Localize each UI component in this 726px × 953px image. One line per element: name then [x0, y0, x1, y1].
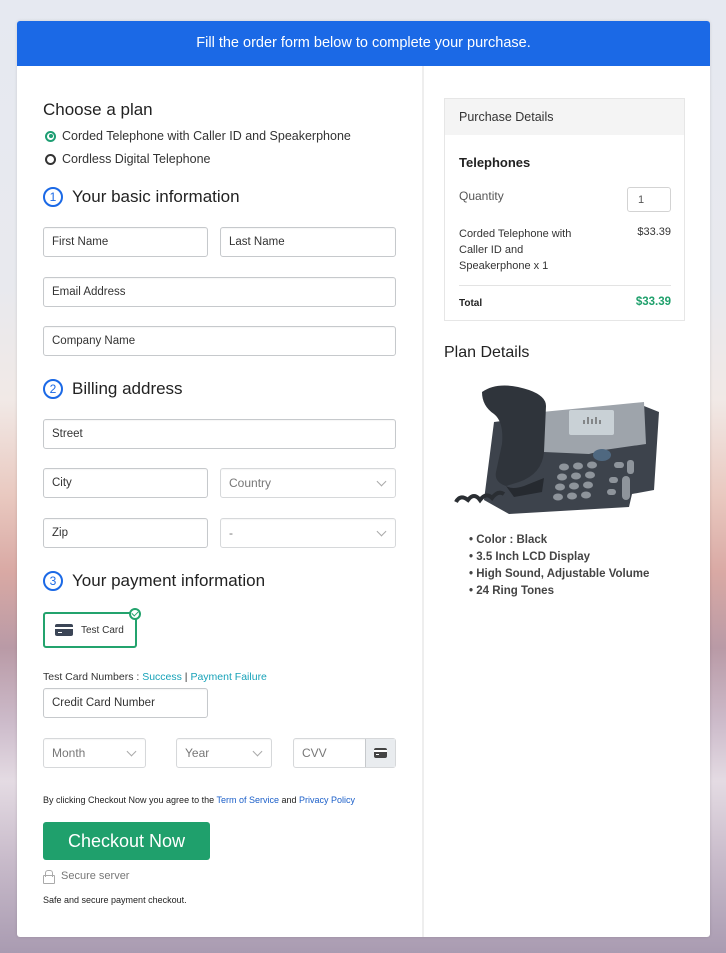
state-select-value: -	[229, 526, 233, 540]
quantity-input[interactable]: 1	[627, 187, 671, 212]
safe-checkout-note: Safe and secure payment checkout.	[43, 895, 187, 905]
plan-option-corded[interactable]: Corded Telephone with Caller ID and Spea…	[45, 129, 351, 143]
month-select[interactable]: Month	[43, 738, 146, 768]
payment-method-test-card[interactable]: Test Card	[43, 608, 141, 648]
year-select-value: Year	[185, 746, 210, 760]
quantity-label: Quantity	[459, 189, 504, 203]
first-name-input[interactable]: First Name	[43, 227, 208, 257]
radio-selected-icon[interactable]	[45, 130, 56, 142]
terms-text: By clicking Checkout Now you agree to th…	[43, 795, 355, 805]
header-banner: Fill the order form below to complete yo…	[17, 21, 710, 66]
city-input[interactable]: City	[43, 468, 208, 498]
credit-card-icon	[374, 748, 387, 758]
feature-item: High Sound, Adjustable Volume	[469, 566, 649, 583]
plan-features-list: Color : Black 3.5 Inch LCD Display High …	[469, 532, 649, 600]
cvv-input[interactable]: CVV	[293, 738, 396, 768]
chevron-down-icon	[376, 476, 387, 486]
cvv-addon	[365, 739, 395, 767]
last-name-input[interactable]: Last Name	[220, 227, 396, 257]
state-select[interactable]: -	[220, 518, 396, 548]
chevron-down-icon	[126, 746, 137, 756]
test-card-numbers-label: Test Card Numbers :	[43, 671, 143, 683]
total-label: Total	[459, 298, 483, 309]
step-number-icon: 3	[43, 571, 63, 591]
secure-server-label: Secure server	[61, 870, 130, 882]
order-form-card: Fill the order form below to complete yo…	[17, 21, 710, 937]
feature-item: 3.5 Inch LCD Display	[469, 549, 649, 566]
email-input[interactable]: Email Address	[43, 277, 396, 307]
month-select-value: Month	[52, 746, 86, 760]
purchase-details-heading: Purchase Details	[445, 99, 684, 135]
line-item-price: $33.39	[637, 226, 671, 238]
section-payment: 3 Your payment information	[43, 571, 265, 591]
test-card-numbers: Test Card Numbers : Success | Payment Fa…	[43, 671, 267, 683]
total-value: $33.39	[635, 296, 671, 308]
success-link[interactable]: Success	[142, 671, 182, 683]
form-column: Choose a plan Corded Telephone with Call…	[17, 66, 422, 937]
chevron-down-icon	[252, 746, 263, 756]
radio-unselected-icon[interactable]	[45, 153, 56, 165]
step-number-icon: 2	[43, 379, 63, 399]
section-billing: 2 Billing address	[43, 379, 183, 399]
section-heading: Your payment information	[72, 571, 266, 590]
credit-card-icon	[55, 624, 73, 636]
plan-option-label: Cordless Digital Telephone	[62, 152, 211, 166]
plan-option-cordless[interactable]: Cordless Digital Telephone	[45, 152, 210, 166]
country-select[interactable]: Country	[220, 468, 396, 498]
purchase-details-panel: Purchase Details Telephones Quantity 1 C…	[444, 98, 685, 321]
choose-plan-heading: Choose a plan	[43, 100, 153, 119]
terms-middle: and	[278, 795, 299, 805]
terms-prefix: By clicking Checkout Now you agree to th…	[43, 795, 217, 805]
secure-server-note: Secure server	[43, 870, 130, 884]
country-select-value: Country	[229, 476, 272, 490]
summary-column: Purchase Details Telephones Quantity 1 C…	[424, 66, 710, 937]
street-input[interactable]: Street	[43, 419, 396, 449]
plan-details-heading: Plan Details	[444, 344, 530, 361]
feature-item: 24 Ring Tones	[469, 583, 649, 600]
credit-card-number-input[interactable]: Credit Card Number	[43, 688, 208, 718]
section-heading: Billing address	[72, 379, 183, 398]
lock-icon	[43, 870, 55, 884]
step-number-icon: 1	[43, 187, 63, 207]
section-basic-info: 1 Your basic information	[43, 187, 240, 207]
section-heading: Your basic information	[72, 187, 240, 206]
plan-option-label: Corded Telephone with Caller ID and Spea…	[62, 129, 351, 143]
feature-item: Color : Black	[469, 532, 649, 549]
chevron-down-icon	[376, 526, 387, 536]
product-category: Telephones	[459, 155, 531, 170]
check-circle-icon	[129, 608, 141, 620]
payment-method-label: Test Card	[81, 624, 124, 636]
zip-input[interactable]: Zip	[43, 518, 208, 548]
privacy-policy-link[interactable]: Privacy Policy	[299, 795, 355, 805]
checkout-now-button[interactable]: Checkout Now	[43, 822, 210, 860]
year-select[interactable]: Year	[176, 738, 272, 768]
line-item-name: Corded Telephone with Caller ID and Spea…	[459, 228, 572, 272]
telephone-product-image	[454, 385, 659, 514]
payment-failure-link[interactable]: Payment Failure	[190, 671, 266, 683]
cvv-placeholder: CVV	[302, 746, 327, 760]
company-input[interactable]: Company Name	[43, 326, 396, 356]
terms-of-service-link[interactable]: Term of Service	[216, 795, 279, 805]
total-divider	[459, 285, 671, 286]
